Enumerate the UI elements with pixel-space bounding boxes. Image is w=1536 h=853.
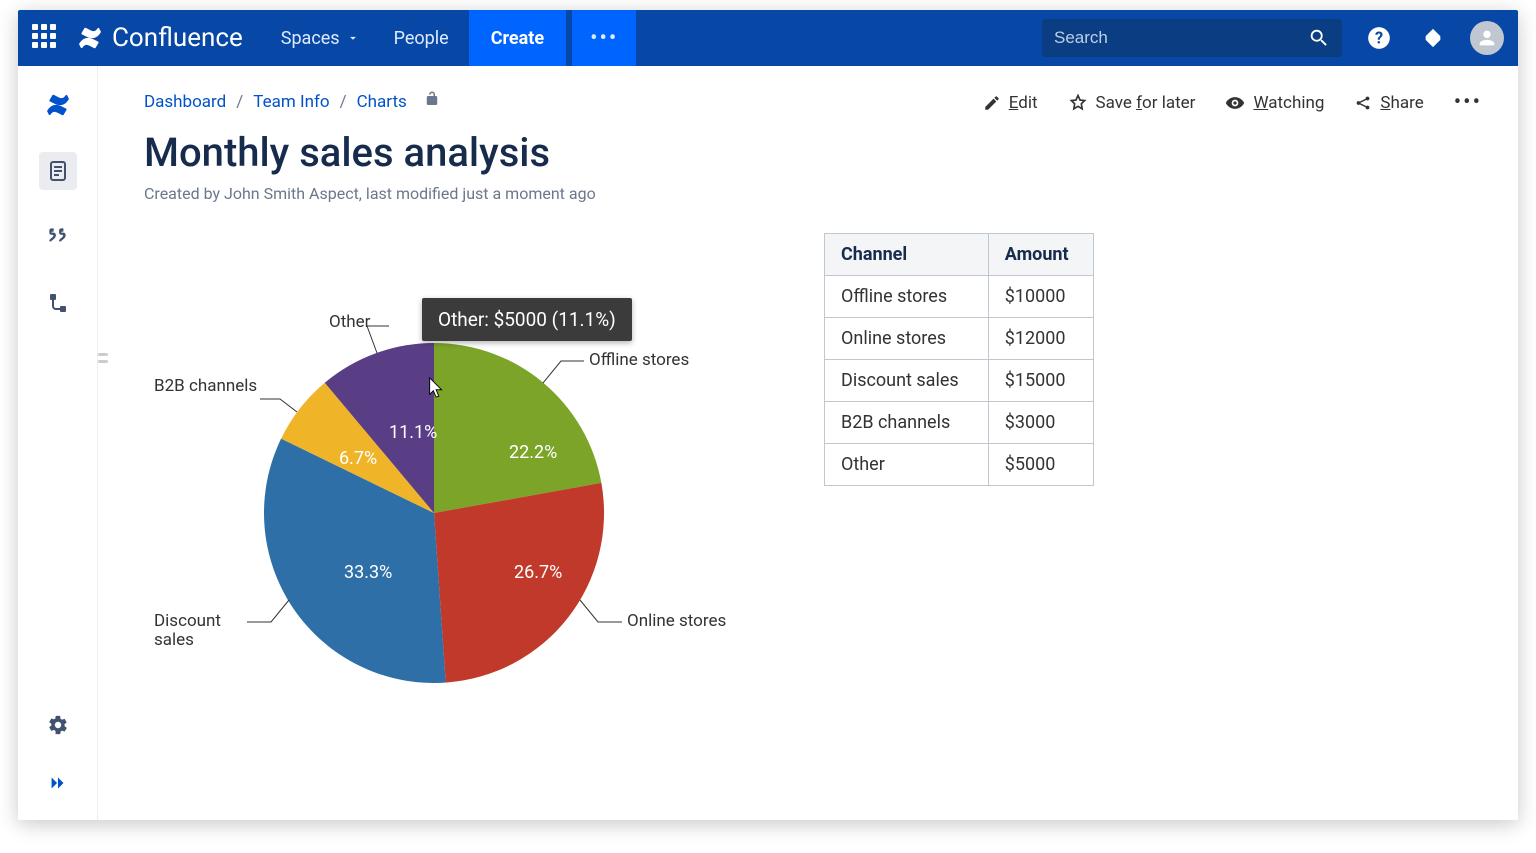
left-sidebar <box>18 66 98 820</box>
page-tree-icon[interactable] <box>39 284 77 322</box>
table-row: Discount sales$15000 <box>825 360 1094 402</box>
user-avatar[interactable] <box>1470 21 1504 55</box>
breadcrumb-dashboard[interactable]: Dashboard <box>144 92 226 112</box>
label-offline: Offline stores <box>589 351 689 370</box>
watching-button[interactable]: Watching <box>1225 93 1324 113</box>
eye-icon <box>1225 93 1245 113</box>
label-discount: Discount sales <box>154 612 244 649</box>
restrictions-unlocked-icon[interactable] <box>423 90 441 113</box>
sales-table: Channel Amount Offline stores$10000 Onli… <box>824 233 1094 486</box>
sidebar-resize-handle[interactable] <box>98 340 106 376</box>
pie-slices[interactable] <box>264 343 604 683</box>
pie-chart: 22.2% 26.7% 33.3% 6.7% 11.1% Offline sto… <box>144 233 764 703</box>
save-for-later-button[interactable]: Save for later <box>1068 93 1196 113</box>
share-label: Share <box>1380 93 1423 113</box>
space-logo-icon[interactable] <box>39 86 77 124</box>
table-header-channel: Channel <box>825 234 989 276</box>
apps-grid-icon[interactable] <box>32 24 60 52</box>
page-byline: Created by John Smith Aspect, last modif… <box>144 184 1482 203</box>
edit-label: Edit <box>1009 93 1038 113</box>
table-row: Offline stores$10000 <box>825 276 1094 318</box>
pct-b2b: 6.7% <box>339 448 377 469</box>
expand-sidebar-icon[interactable] <box>39 764 77 802</box>
table-row: Online stores$12000 <box>825 318 1094 360</box>
pencil-icon <box>983 94 1001 112</box>
pct-other: 11.1% <box>389 422 437 443</box>
brand-name: Confluence <box>112 23 243 53</box>
top-navigation: Confluence Spaces People Create ••• ? <box>18 10 1518 66</box>
confluence-icon <box>76 24 104 52</box>
nav-people-label: People <box>394 28 449 49</box>
pct-online: 26.7% <box>514 562 562 583</box>
table-row: B2B channels$3000 <box>825 402 1094 444</box>
label-other: Other <box>329 313 370 332</box>
page-content: Dashboard / Team Info / Charts Edit Save… <box>108 66 1518 820</box>
help-icon[interactable]: ? <box>1362 21 1396 55</box>
pct-offline: 22.2% <box>509 442 557 463</box>
nav-spaces[interactable]: Spaces <box>267 10 374 66</box>
create-label: Create <box>491 28 544 49</box>
avatar-icon <box>1470 21 1504 55</box>
page-title: Monthly sales analysis <box>144 129 1482 176</box>
notifications-icon[interactable] <box>1416 21 1450 55</box>
breadcrumb-sep: / <box>236 92 243 112</box>
breadcrumb-team-info[interactable]: Team Info <box>253 92 329 112</box>
table-row: Other$5000 <box>825 444 1094 486</box>
nav-more-dots: ••• <box>590 26 618 51</box>
page-more-actions[interactable]: ••• <box>1454 90 1482 115</box>
nav-people[interactable]: People <box>380 10 463 66</box>
breadcrumb-charts[interactable]: Charts <box>357 92 407 112</box>
search-input[interactable] <box>1054 28 1308 48</box>
nav-spaces-label: Spaces <box>281 28 340 49</box>
pages-icon[interactable] <box>39 152 77 190</box>
chart-tooltip: Other: $5000 (11.1%) <box>422 298 632 341</box>
label-online: Online stores <box>627 612 726 631</box>
blog-icon[interactable] <box>39 218 77 256</box>
star-icon <box>1068 93 1088 113</box>
nav-more-button[interactable]: ••• <box>572 10 636 66</box>
label-b2b: B2B channels <box>154 377 264 396</box>
settings-icon[interactable] <box>39 706 77 744</box>
search-icon <box>1308 27 1330 49</box>
watching-label: Watching <box>1253 93 1324 113</box>
breadcrumb-sep: / <box>340 92 347 112</box>
save-label: Save for later <box>1096 93 1196 113</box>
table-header-amount: Amount <box>988 234 1093 276</box>
share-button[interactable]: Share <box>1354 93 1423 113</box>
chevron-down-icon <box>346 31 360 45</box>
pct-discount: 33.3% <box>344 562 392 583</box>
share-icon <box>1354 94 1372 112</box>
svg-text:?: ? <box>1375 28 1383 47</box>
confluence-logo[interactable]: Confluence <box>76 23 243 53</box>
create-button[interactable]: Create <box>469 10 566 66</box>
search-box[interactable] <box>1042 19 1342 57</box>
edit-button[interactable]: Edit <box>983 93 1038 113</box>
page-actions: Edit Save for later Watching Share ••• <box>983 90 1482 115</box>
